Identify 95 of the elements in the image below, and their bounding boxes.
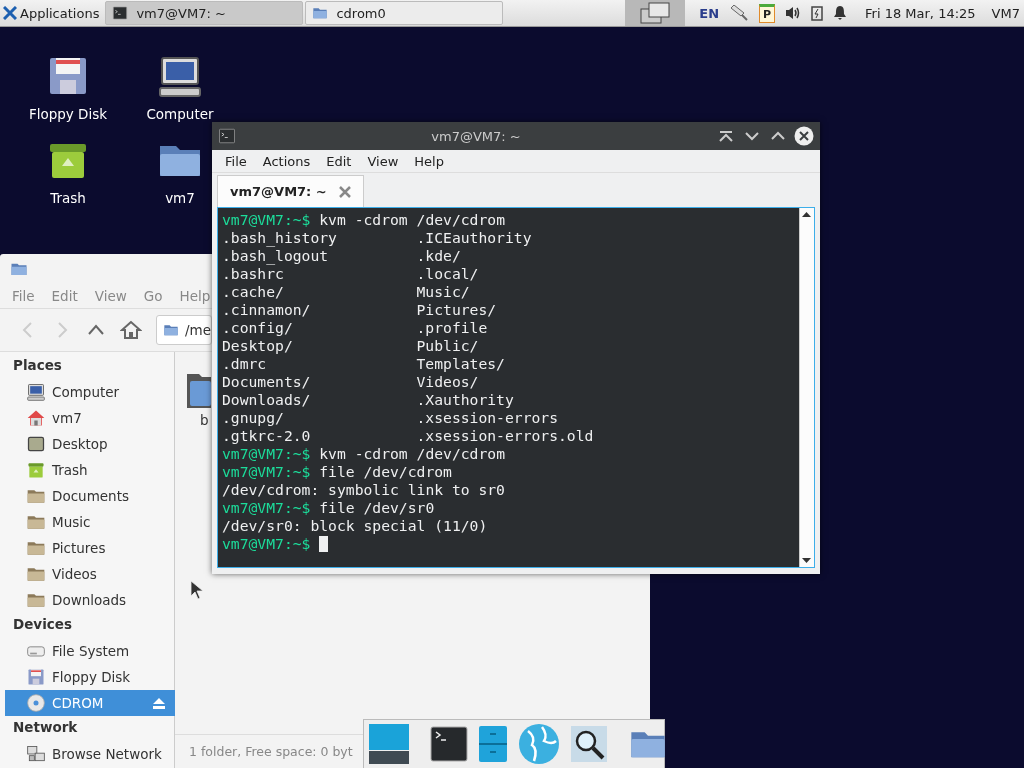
network-icon [26, 744, 46, 764]
location-field[interactable]: /me [156, 315, 212, 345]
output-text: .dmrc [222, 355, 267, 372]
prompt-text: vm7@VM7:~$ [222, 463, 311, 481]
sidebar-item[interactable]: Browse Network [5, 741, 175, 767]
prompt-text: vm7@VM7:~$ [222, 445, 311, 463]
output-text: Templates/ [416, 355, 505, 373]
volume-icon[interactable] [785, 6, 802, 20]
output-text: Videos/ [416, 373, 479, 391]
output-text: .cinnamon/ [222, 301, 311, 318]
output-text: /dev/sr0: block special (11/0) [222, 517, 488, 535]
sidebar-item[interactable]: Documents [5, 483, 175, 509]
clock[interactable]: Fri 18 Mar, 14:25 [865, 5, 976, 21]
output-text: .kde/ [416, 247, 461, 265]
taskbar-button[interactable]: cdrom0 [305, 1, 504, 25]
folder-icon [312, 5, 329, 21]
output-text: Public/ [416, 337, 479, 355]
battery-icon[interactable] [811, 5, 824, 21]
file-cabinet-icon[interactable] [478, 725, 508, 763]
sidebar-item[interactable]: Computer [5, 379, 175, 405]
menu-item[interactable]: Help [414, 153, 444, 169]
sidebar-item[interactable]: Music [5, 509, 175, 535]
desktop-icon-label[interactable]: Computer [146, 106, 214, 122]
output-text: .gnupg/ [222, 409, 284, 426]
desktop-icon-label[interactable]: Floppy Disk [28, 106, 108, 122]
bell-icon[interactable] [833, 5, 848, 21]
show-desktop-icon[interactable] [368, 723, 410, 765]
applications-menu[interactable]: Applications [0, 0, 106, 26]
sidebar-item[interactable]: Videos [5, 561, 175, 587]
prompt-text: vm7@VM7:~$ [222, 211, 311, 229]
close-icon[interactable] [794, 126, 814, 146]
output-text: .bash_history [222, 229, 337, 246]
menu-item[interactable]: Edit [326, 153, 352, 169]
desktop-icon-label[interactable]: Trash [50, 190, 86, 206]
command-text: file /dev/sr0 [318, 499, 435, 517]
app-logo-icon [3, 6, 17, 20]
sidebar-item[interactable]: Desktop [5, 431, 175, 457]
folder-icon[interactable] [187, 372, 211, 408]
prompt-text: vm7@VM7:~$ [222, 535, 311, 553]
menu-item[interactable]: View [367, 153, 399, 169]
taskbar-button[interactable]: vm7@VM7: ~ [105, 1, 304, 25]
terminal-icon [112, 5, 129, 21]
user-name[interactable]: VM7 [991, 5, 1020, 21]
workspace-switcher-icon[interactable] [640, 2, 671, 24]
disc-icon [26, 693, 46, 713]
sidebar-item[interactable]: File System [5, 638, 175, 664]
close-tab-icon[interactable] [338, 185, 351, 198]
menu-item[interactable]: Actions [262, 153, 311, 169]
sidebar-heading: Devices [12, 615, 73, 634]
sidebar-heading: Places [12, 356, 63, 375]
home-icon[interactable] [120, 320, 142, 340]
output-text: Music/ [416, 283, 470, 301]
house-icon [26, 408, 46, 428]
search-icon[interactable] [570, 725, 608, 763]
terminal-icon[interactable] [430, 726, 468, 762]
trash-icon [26, 460, 46, 480]
desktop-icon [26, 434, 46, 454]
output-text: .xsession-errors [416, 409, 558, 427]
output-text: Desktop/ [222, 337, 293, 354]
output-text: .Xauthority [416, 391, 514, 409]
file-label[interactable]: b [187, 412, 209, 428]
output-text: Downloads/ [222, 391, 311, 408]
prompt-text: vm7@VM7:~$ [222, 499, 311, 517]
sidebar-item[interactable]: Trash [5, 457, 175, 483]
terminal-icon [218, 127, 236, 145]
sidebar-heading: Network [12, 718, 79, 737]
command-text: file /dev/cdrom [318, 463, 452, 481]
eject-icon[interactable] [153, 697, 165, 709]
menu-item[interactable]: File [225, 153, 247, 169]
sidebar-item[interactable]: Pictures [5, 535, 175, 561]
keyboard-layout[interactable]: EN [699, 5, 720, 21]
output-text: Documents/ [222, 373, 311, 390]
sidebar-item[interactable]: Floppy Disk [5, 664, 175, 690]
command-text: kvm -cdrom /dev/cdrom [318, 211, 505, 229]
output-text: .gtkrc-2.0 [222, 427, 311, 444]
desktop-icon-label[interactable]: vm7 [165, 190, 195, 206]
folder-icon [163, 322, 179, 338]
output-text: .xsession-errors.old [416, 427, 594, 445]
output-text: /dev/cdrom: symbolic link to sr0 [222, 481, 505, 499]
output-text: .config/ [222, 319, 293, 336]
output-text: Pictures/ [416, 301, 497, 319]
terminal-tab[interactable]: vm7@VM7: ~ [217, 175, 364, 207]
clipboard-indicator[interactable]: P [759, 3, 776, 23]
computer-icon [26, 382, 46, 402]
output-text: .cache/ [222, 283, 284, 300]
output-text: .ICEauthority [416, 229, 532, 247]
sidebar-item[interactable]: vm7 [5, 405, 175, 431]
sidebar-item[interactable]: Downloads [5, 587, 175, 613]
output-text: .profile [416, 319, 488, 337]
command-text: kvm -cdrom /dev/cdrom [318, 445, 505, 463]
output-text: .local/ [416, 265, 479, 283]
output-text: .bash_logout [222, 247, 329, 264]
window-title: vm7@VM7: ~ [430, 128, 522, 144]
pointer-icon [190, 580, 204, 600]
output-text: .bashrc [222, 265, 284, 282]
